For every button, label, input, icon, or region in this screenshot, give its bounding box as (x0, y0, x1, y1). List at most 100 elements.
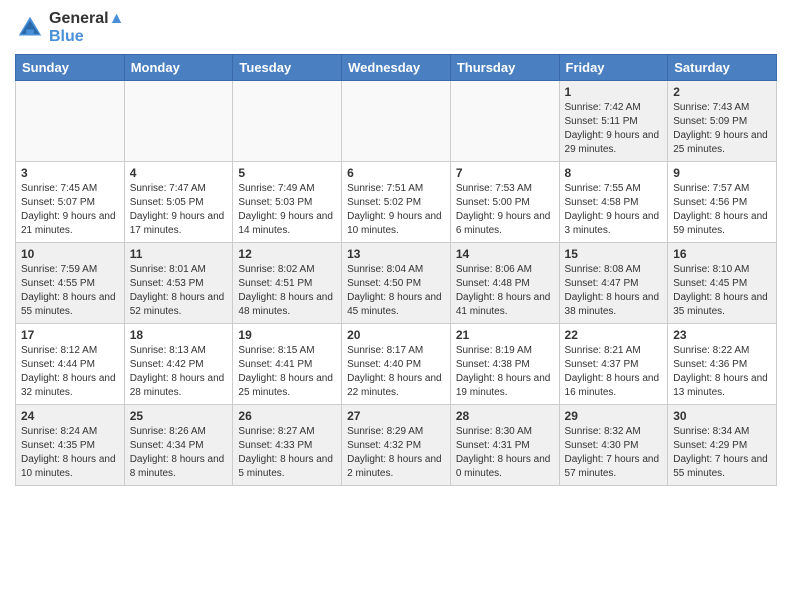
calendar-cell: 13Sunrise: 8:04 AM Sunset: 4:50 PM Dayli… (342, 243, 451, 324)
day-number: 2 (673, 85, 771, 99)
calendar-cell: 30 Sunrise: 8:34 AM Sunset: 4:29 PM Dayli… (668, 405, 777, 486)
day-header-wednesday: Wednesday (342, 55, 451, 81)
day-info: Sunrise: 7:49 AM Sunset: 5:03 PM Dayligh… (238, 182, 336, 238)
day-info: Sunrise: 8:19 AM Sunset: 4:38 PM Dayligh… (456, 344, 554, 400)
day-info: Sunrise: 8:13 AM Sunset: 4:42 PM Dayligh… (130, 344, 228, 400)
day-number: 11 (130, 247, 228, 261)
calendar-cell: 15Sunrise: 8:08 AM Sunset: 4:47 PM Dayli… (559, 243, 668, 324)
logo: General▲ Blue (15, 10, 124, 46)
calendar-cell (233, 81, 342, 162)
calendar-cell: 8 Sunrise: 7:55 AM Sunset: 4:58 PM Daylig… (559, 162, 668, 243)
calendar-header-row: SundayMondayTuesdayWednesdayThursdayFrid… (16, 55, 777, 81)
calendar-cell (450, 81, 559, 162)
calendar-cell: 17Sunrise: 8:12 AM Sunset: 4:44 PM Dayli… (16, 324, 125, 405)
day-number: 13 (347, 247, 445, 261)
calendar-cell: 22 Sunrise: 8:21 AM Sunset: 4:37 PM Dayli… (559, 324, 668, 405)
day-number: 1 (565, 85, 663, 99)
calendar-cell: 29Sunrise: 8:32 AM Sunset: 4:30 PM Dayli… (559, 405, 668, 486)
day-header-friday: Friday (559, 55, 668, 81)
calendar-cell (342, 81, 451, 162)
day-info: Sunrise: 8:15 AM Sunset: 4:41 PM Dayligh… (238, 344, 336, 400)
day-number: 9 (673, 166, 771, 180)
calendar-cell: 7 Sunrise: 7:53 AM Sunset: 5:00 PM Daylig… (450, 162, 559, 243)
day-number: 12 (238, 247, 336, 261)
day-info: Sunrise: 8:32 AM Sunset: 4:30 PM Dayligh… (565, 425, 663, 481)
day-info: Sunrise: 7:53 AM Sunset: 5:00 PM Dayligh… (456, 182, 554, 238)
day-info: Sunrise: 8:27 AM Sunset: 4:33 PM Dayligh… (238, 425, 336, 481)
day-number: 18 (130, 328, 228, 342)
day-info: Sunrise: 7:47 AM Sunset: 5:05 PM Dayligh… (130, 182, 228, 238)
week-row-2: 3Sunrise: 7:45 AM Sunset: 5:07 PM Daylig… (16, 162, 777, 243)
week-row-3: 10 Sunrise: 7:59 AM Sunset: 4:55 PM Dayli… (16, 243, 777, 324)
logo-text: General▲ Blue (49, 10, 124, 46)
day-header-tuesday: Tuesday (233, 55, 342, 81)
week-row-4: 17Sunrise: 8:12 AM Sunset: 4:44 PM Dayli… (16, 324, 777, 405)
day-number: 4 (130, 166, 228, 180)
calendar-cell: 10 Sunrise: 7:59 AM Sunset: 4:55 PM Dayli… (16, 243, 125, 324)
day-info: Sunrise: 8:06 AM Sunset: 4:48 PM Dayligh… (456, 263, 554, 319)
day-number: 8 (565, 166, 663, 180)
calendar-cell: 6 Sunrise: 7:51 AM Sunset: 5:02 PM Daylig… (342, 162, 451, 243)
day-info: Sunrise: 8:10 AM Sunset: 4:45 PM Dayligh… (673, 263, 771, 319)
calendar-cell: 5 Sunrise: 7:49 AM Sunset: 5:03 PM Daylig… (233, 162, 342, 243)
day-info: Sunrise: 8:02 AM Sunset: 4:51 PM Dayligh… (238, 263, 336, 319)
day-info: Sunrise: 7:42 AM Sunset: 5:11 PM Dayligh… (565, 101, 663, 157)
calendar-cell: 9 Sunrise: 7:57 AM Sunset: 4:56 PM Daylig… (668, 162, 777, 243)
calendar-cell: 25 Sunrise: 8:26 AM Sunset: 4:34 PM Dayli… (124, 405, 233, 486)
week-row-5: 24 Sunrise: 8:24 AM Sunset: 4:35 PM Dayli… (16, 405, 777, 486)
calendar-cell: 16 Sunrise: 8:10 AM Sunset: 4:45 PM Dayli… (668, 243, 777, 324)
day-info: Sunrise: 8:26 AM Sunset: 4:34 PM Dayligh… (130, 425, 228, 481)
calendar-cell: 4 Sunrise: 7:47 AM Sunset: 5:05 PM Daylig… (124, 162, 233, 243)
header: General▲ Blue (15, 10, 777, 46)
calendar-cell: 2 Sunrise: 7:43 AM Sunset: 5:09 PM Daylig… (668, 81, 777, 162)
day-info: Sunrise: 8:29 AM Sunset: 4:32 PM Dayligh… (347, 425, 445, 481)
day-info: Sunrise: 8:24 AM Sunset: 4:35 PM Dayligh… (21, 425, 119, 481)
calendar-cell (16, 81, 125, 162)
calendar-table: SundayMondayTuesdayWednesdayThursdayFrid… (15, 54, 777, 486)
day-number: 25 (130, 409, 228, 423)
calendar-cell: 11 Sunrise: 8:01 AM Sunset: 4:53 PM Dayli… (124, 243, 233, 324)
calendar-cell: 23 Sunrise: 8:22 AM Sunset: 4:36 PM Dayli… (668, 324, 777, 405)
page-container: General▲ Blue SundayMondayTuesdayWednesd… (0, 0, 792, 496)
calendar-cell: 28 Sunrise: 8:30 AM Sunset: 4:31 PM Dayli… (450, 405, 559, 486)
day-header-monday: Monday (124, 55, 233, 81)
day-number: 20 (347, 328, 445, 342)
calendar-cell: 21 Sunrise: 8:19 AM Sunset: 4:38 PM Dayli… (450, 324, 559, 405)
day-info: Sunrise: 7:51 AM Sunset: 5:02 PM Dayligh… (347, 182, 445, 238)
day-number: 23 (673, 328, 771, 342)
day-number: 5 (238, 166, 336, 180)
day-number: 16 (673, 247, 771, 261)
calendar-cell: 18 Sunrise: 8:13 AM Sunset: 4:42 PM Dayli… (124, 324, 233, 405)
day-number: 24 (21, 409, 119, 423)
calendar-cell: 26 Sunrise: 8:27 AM Sunset: 4:33 PM Dayli… (233, 405, 342, 486)
day-number: 14 (456, 247, 554, 261)
day-info: Sunrise: 8:22 AM Sunset: 4:36 PM Dayligh… (673, 344, 771, 400)
calendar-cell: 24 Sunrise: 8:24 AM Sunset: 4:35 PM Dayli… (16, 405, 125, 486)
day-info: Sunrise: 8:30 AM Sunset: 4:31 PM Dayligh… (456, 425, 554, 481)
day-info: Sunrise: 8:34 AM Sunset: 4:29 PM Dayligh… (673, 425, 771, 481)
day-number: 3 (21, 166, 119, 180)
day-info: Sunrise: 7:43 AM Sunset: 5:09 PM Dayligh… (673, 101, 771, 157)
day-info: Sunrise: 7:55 AM Sunset: 4:58 PM Dayligh… (565, 182, 663, 238)
day-info: Sunrise: 7:59 AM Sunset: 4:55 PM Dayligh… (21, 263, 119, 319)
day-number: 22 (565, 328, 663, 342)
day-number: 27 (347, 409, 445, 423)
day-number: 10 (21, 247, 119, 261)
day-header-sunday: Sunday (16, 55, 125, 81)
day-header-saturday: Saturday (668, 55, 777, 81)
day-number: 28 (456, 409, 554, 423)
day-number: 7 (456, 166, 554, 180)
calendar-cell: 19Sunrise: 8:15 AM Sunset: 4:41 PM Dayli… (233, 324, 342, 405)
calendar-cell: 20Sunrise: 8:17 AM Sunset: 4:40 PM Dayli… (342, 324, 451, 405)
day-number: 17 (21, 328, 119, 342)
logo-icon (15, 13, 45, 43)
calendar-cell: 3Sunrise: 7:45 AM Sunset: 5:07 PM Daylig… (16, 162, 125, 243)
day-number: 6 (347, 166, 445, 180)
day-number: 26 (238, 409, 336, 423)
day-info: Sunrise: 8:01 AM Sunset: 4:53 PM Dayligh… (130, 263, 228, 319)
day-number: 21 (456, 328, 554, 342)
day-info: Sunrise: 8:08 AM Sunset: 4:47 PM Dayligh… (565, 263, 663, 319)
day-info: Sunrise: 7:57 AM Sunset: 4:56 PM Dayligh… (673, 182, 771, 238)
day-number: 30 (673, 409, 771, 423)
day-info: Sunrise: 8:21 AM Sunset: 4:37 PM Dayligh… (565, 344, 663, 400)
